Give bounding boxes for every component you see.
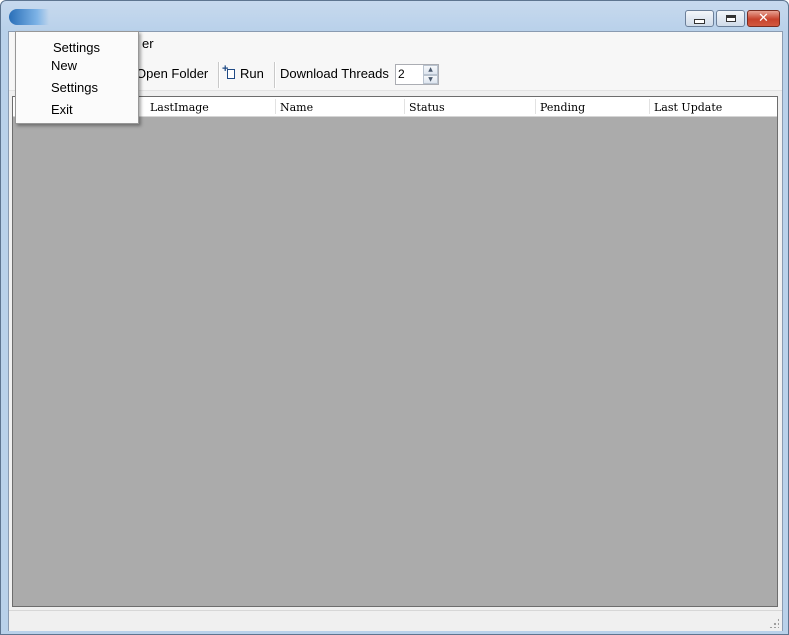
column-divider[interactable] — [649, 99, 650, 114]
menu-item-settings[interactable]: Settings — [51, 80, 98, 95]
open-folder-button[interactable]: Open Folder — [136, 66, 208, 81]
maximize-icon — [725, 15, 736, 22]
title-bar[interactable]: ✕ — [1, 1, 788, 31]
dropdown-header[interactable]: Settings — [53, 40, 100, 55]
column-divider[interactable] — [275, 99, 276, 114]
minimize-button[interactable] — [685, 10, 714, 27]
close-icon: ✕ — [758, 11, 769, 26]
stepper-down-icon[interactable]: ▼ — [423, 74, 438, 84]
window-controls: ✕ — [685, 10, 780, 27]
stepper-up-icon[interactable]: ▲ — [423, 65, 438, 75]
column-header-name[interactable]: Name — [280, 101, 313, 114]
open-folder-label: Open Folder — [136, 66, 209, 81]
close-button[interactable]: ✕ — [747, 10, 780, 27]
column-header-lastimage[interactable]: LastImage — [150, 101, 209, 114]
data-grid[interactable]: LastImage Name Status Pending Last Updat… — [12, 96, 778, 607]
column-divider[interactable] — [535, 99, 536, 114]
toolbar-separator — [218, 62, 219, 88]
run-icon — [222, 63, 237, 80]
menu-item-exit[interactable]: Exit — [51, 102, 73, 117]
minimize-icon — [694, 19, 705, 24]
menu-item-partial[interactable]: er — [142, 36, 154, 51]
download-threads-label: Download Threads — [280, 66, 389, 81]
download-threads-value[interactable]: 2 — [398, 67, 405, 81]
column-divider[interactable] — [404, 99, 405, 114]
stepper-buttons: ▲ ▼ — [423, 65, 438, 84]
run-button[interactable]: Run — [222, 63, 264, 81]
download-threads-stepper[interactable]: 2 ▲ ▼ — [395, 64, 439, 85]
maximize-button[interactable] — [716, 10, 745, 27]
column-header-last-update[interactable]: Last Update — [654, 101, 722, 114]
download-threads-text: Download Threads — [280, 66, 389, 81]
column-header-status[interactable]: Status — [409, 101, 445, 114]
settings-dropdown-menu: Settings New Settings Exit — [15, 31, 139, 124]
menu-item-new[interactable]: New — [51, 58, 77, 73]
toolbar-separator — [274, 62, 275, 88]
app-logo-icon — [9, 9, 49, 25]
column-header-pending[interactable]: Pending — [540, 101, 585, 114]
app-window: ✕ er Open Folder Run Download Threads 2 … — [0, 0, 789, 635]
resize-grip-icon[interactable] — [769, 618, 779, 628]
status-bar — [9, 610, 782, 631]
run-label: Run — [240, 66, 264, 81]
